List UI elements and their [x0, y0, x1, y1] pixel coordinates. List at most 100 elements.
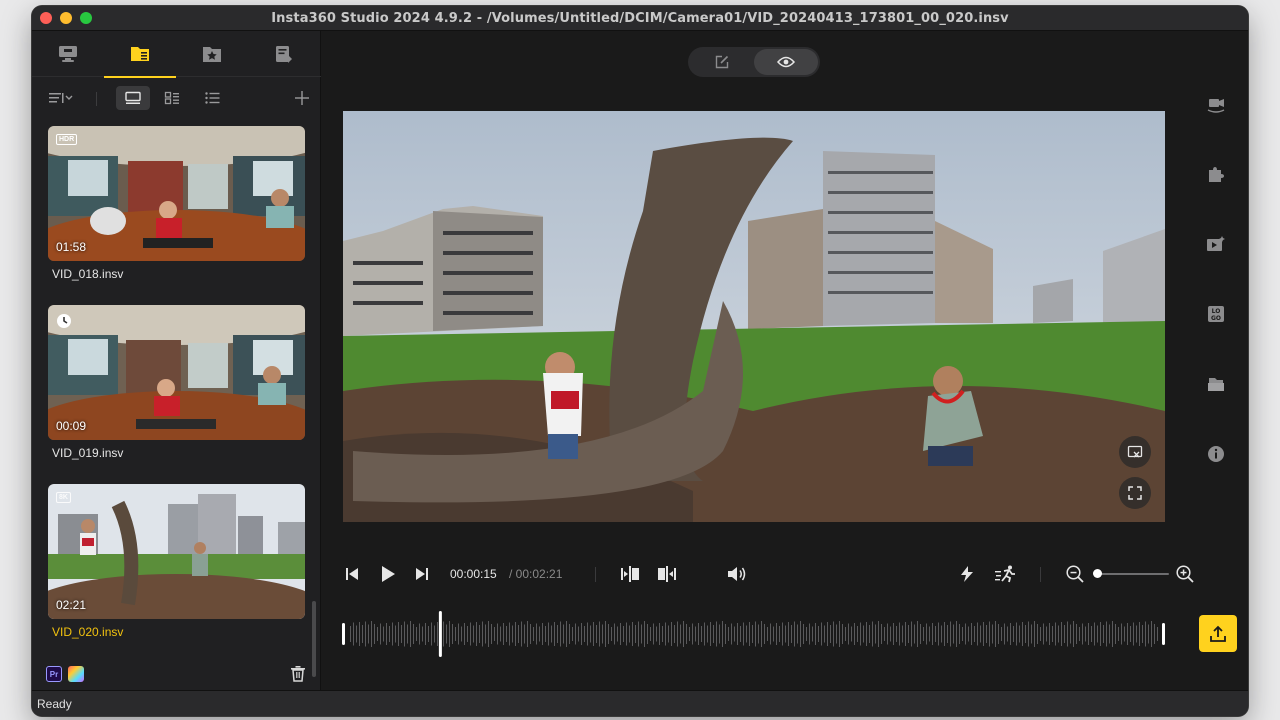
restore-view-button[interactable]: [1119, 436, 1151, 468]
controls-divider: [1040, 567, 1041, 582]
clip-filename: VID_018.insv: [52, 267, 124, 281]
trim-start-button[interactable]: [619, 562, 641, 586]
skip-forward-icon: [416, 568, 428, 580]
trim-end-button[interactable]: [656, 562, 678, 586]
template-button[interactable]: [1200, 368, 1232, 400]
clip-item[interactable]: HDR 01:58 VID_018.insv: [48, 126, 305, 281]
playback-controls: 00:00:15 / 00:02:21: [343, 559, 1194, 589]
tab-export-queue[interactable]: [248, 31, 320, 77]
trim-end-icon: [658, 566, 676, 582]
preview-eye-icon: [777, 56, 795, 68]
tab-library[interactable]: [104, 31, 176, 78]
clip-duration: 00:09: [56, 419, 87, 433]
tab-favorites[interactable]: [176, 31, 248, 77]
title-bar: Insta360 Studio 2024 4.9.2 - /Volumes/Un…: [32, 6, 1248, 31]
video-preview[interactable]: [343, 111, 1165, 522]
quick-edit-button[interactable]: [957, 562, 977, 586]
volume-button[interactable]: [726, 562, 748, 586]
folder-card-icon: [131, 47, 149, 61]
add-media-button[interactable]: [290, 86, 314, 110]
delete-button[interactable]: [290, 665, 306, 687]
grid-view-icon: [164, 91, 179, 105]
large-thumbnail-view-button[interactable]: [116, 86, 150, 110]
sort-button[interactable]: [46, 86, 76, 110]
maximize-window-button[interactable]: [80, 12, 92, 24]
monitor-icon: [59, 46, 77, 62]
sort-icon: [49, 93, 73, 103]
ai-edit-icon: [1207, 236, 1225, 251]
plugin-links: Pr: [46, 666, 84, 682]
hdr-badge: HDR: [56, 134, 78, 145]
clip-item[interactable]: 00:09 VID_019.insv: [48, 305, 305, 460]
running-person-icon: [995, 565, 1015, 583]
list-view-icon: [205, 92, 220, 104]
status-text: Ready: [37, 697, 72, 711]
clip-thumbnail: 8K 02:21: [48, 484, 305, 619]
camera-mode-button[interactable]: [1200, 88, 1232, 120]
reframe-view-icon: [1127, 445, 1143, 458]
play-icon: [382, 566, 395, 582]
export-button[interactable]: [1199, 615, 1237, 652]
clip-duration: 02:21: [56, 598, 87, 612]
zoom-slider-track[interactable]: [1093, 573, 1169, 575]
zoom-slider-handle[interactable]: [1092, 569, 1102, 578]
sidebar-scrollbar[interactable]: [312, 601, 316, 677]
export-upload-icon: [1210, 625, 1226, 642]
clip-item-selected[interactable]: 8K 02:21 VID_020.insv: [48, 484, 305, 639]
trash-icon: [291, 666, 305, 682]
edit-icon: [715, 55, 729, 69]
playhead[interactable]: [438, 611, 442, 657]
final-cut-icon[interactable]: [68, 666, 84, 682]
clip-duration: 01:58: [56, 240, 87, 254]
close-window-button[interactable]: [40, 12, 52, 24]
zoom-in-button[interactable]: [1175, 562, 1195, 586]
large-thumbnail-view-icon: [125, 91, 141, 104]
template-icon: [1208, 378, 1224, 391]
previous-button[interactable]: [343, 562, 361, 586]
trim-start-icon: [621, 566, 639, 582]
clip-thumbnail: HDR 01:58: [48, 126, 305, 261]
total-duration: / 00:02:21: [509, 567, 563, 581]
plus-icon: [295, 91, 309, 105]
app-window: Insta360 Studio 2024 4.9.2 - /Volumes/Un…: [32, 6, 1248, 716]
premiere-pro-icon[interactable]: Pr: [46, 666, 62, 682]
fullscreen-button[interactable]: [1119, 477, 1151, 509]
logo-button[interactable]: LO GO: [1200, 298, 1232, 330]
controls-divider: [595, 567, 596, 582]
export-list-icon: [276, 46, 292, 63]
clip-thumbnail: 00:09: [48, 305, 305, 440]
camera-mode-icon: [1207, 99, 1225, 113]
zoom-in-icon: [1176, 565, 1194, 583]
tab-device[interactable]: [32, 31, 104, 77]
park-360-preview-image: [343, 111, 1165, 522]
star-box-icon: [203, 47, 221, 62]
zoom-out-button[interactable]: [1065, 562, 1085, 586]
library-toolbar: [32, 78, 321, 118]
park-panorama-image: [48, 484, 305, 619]
fullscreen-icon: [1128, 486, 1142, 500]
trim-out-handle[interactable]: [1162, 623, 1165, 645]
window-controls: [40, 12, 92, 24]
ai-edit-button[interactable]: [1200, 228, 1232, 260]
sidebar-tabs: [32, 31, 321, 78]
timeline-scrubber[interactable]: [338, 611, 1170, 657]
motion-tracking-button[interactable]: [993, 562, 1019, 586]
8k-badge: 8K: [56, 492, 71, 503]
grid-view-button[interactable]: [160, 86, 184, 110]
plugin-button[interactable]: [1200, 158, 1232, 190]
play-button[interactable]: [378, 562, 398, 586]
lightning-icon: [961, 566, 973, 582]
trim-in-handle[interactable]: [342, 623, 345, 645]
window-title: Insta360 Studio 2024 4.9.2 - /Volumes/Un…: [271, 10, 1009, 26]
audio-waveform: [342, 611, 1165, 657]
timelapse-clock-icon: [57, 314, 71, 328]
logo-icon: LOGO: [1208, 306, 1224, 322]
next-button[interactable]: [413, 562, 431, 586]
list-view-button[interactable]: [200, 86, 224, 110]
minimize-window-button[interactable]: [60, 12, 72, 24]
edit-mode-button[interactable]: [690, 49, 754, 75]
svg-text:GO: GO: [1211, 315, 1221, 322]
skip-back-icon: [346, 568, 358, 580]
info-button[interactable]: [1200, 438, 1232, 470]
preview-mode-button[interactable]: [754, 49, 818, 75]
